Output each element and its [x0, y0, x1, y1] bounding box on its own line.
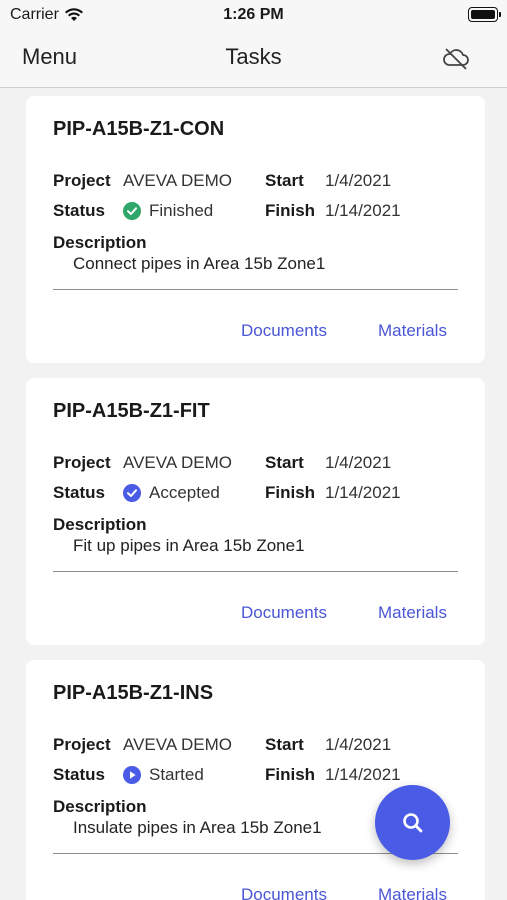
description-label: Description — [53, 797, 147, 816]
project-label: Project — [53, 453, 111, 472]
materials-button[interactable]: Materials — [378, 321, 447, 341]
materials-button[interactable]: Materials — [378, 885, 447, 900]
cloud-offline-icon[interactable] — [441, 46, 471, 70]
search-button[interactable] — [375, 785, 450, 860]
status-text: Finished — [149, 201, 214, 220]
status-value: Started — [123, 765, 204, 785]
status-text: Accepted — [149, 483, 220, 502]
description-text: Connect pipes in Area 15b Zone1 — [73, 254, 326, 273]
start-label: Start — [265, 453, 304, 472]
finish-value: 1/14/2021 — [325, 765, 401, 784]
project-value: AVEVA DEMO — [123, 735, 232, 754]
project-value: AVEVA DEMO — [123, 453, 232, 472]
check-circle-icon — [123, 202, 141, 220]
documents-button[interactable]: Documents — [241, 603, 327, 623]
clock: 1:26 PM — [223, 6, 284, 23]
status-label: Status — [53, 483, 105, 502]
finish-label: Finish — [265, 765, 316, 784]
task-title: PIP-A15B-Z1-FIT — [53, 400, 210, 422]
description-text: Fit up pipes in Area 15b Zone1 — [73, 536, 305, 555]
status-bar: Carrier 1:26 PM — [0, 0, 507, 30]
project-value: AVEVA DEMO — [123, 171, 232, 190]
documents-button[interactable]: Documents — [241, 885, 327, 900]
finish-label: Finish — [265, 483, 316, 502]
play-circle-icon — [123, 766, 141, 784]
divider — [53, 289, 458, 290]
description-label: Description — [53, 233, 147, 252]
project-label: Project — [53, 171, 111, 190]
project-label: Project — [53, 735, 111, 754]
status-value: Finished — [123, 201, 213, 221]
search-icon — [402, 812, 422, 832]
start-value: 1/4/2021 — [325, 735, 392, 754]
status-label: Status — [53, 765, 105, 784]
task-list[interactable]: PIP-A15B-Z1-CON Project AVEVA DEMO Start… — [0, 89, 507, 900]
finish-value: 1/14/2021 — [325, 483, 401, 502]
status-label: Status — [53, 201, 105, 220]
start-label: Start — [265, 171, 304, 190]
status-value: Accepted — [123, 483, 220, 503]
start-label: Start — [265, 735, 304, 754]
description-label: Description — [53, 515, 147, 534]
divider — [53, 571, 458, 572]
finish-label: Finish — [265, 201, 316, 220]
task-title: PIP-A15B-Z1-INS — [53, 682, 214, 704]
page-title: Tasks — [225, 44, 282, 69]
battery-icon — [468, 7, 501, 22]
check-circle-icon — [123, 484, 141, 502]
start-value: 1/4/2021 — [325, 453, 392, 472]
documents-button[interactable]: Documents — [241, 321, 327, 341]
description-text: Insulate pipes in Area 15b Zone1 — [73, 818, 322, 837]
status-text: Started — [149, 765, 204, 784]
materials-button[interactable]: Materials — [378, 603, 447, 623]
task-card[interactable]: PIP-A15B-Z1-FIT Project AVEVA DEMO Start… — [26, 378, 485, 645]
task-card[interactable]: PIP-A15B-Z1-INS Project AVEVA DEMO Start… — [26, 660, 485, 900]
navigation-bar: Menu Tasks — [0, 30, 507, 88]
task-title: PIP-A15B-Z1-CON — [53, 118, 225, 140]
start-value: 1/4/2021 — [325, 171, 392, 190]
finish-value: 1/14/2021 — [325, 201, 401, 220]
task-card[interactable]: PIP-A15B-Z1-CON Project AVEVA DEMO Start… — [26, 96, 485, 363]
